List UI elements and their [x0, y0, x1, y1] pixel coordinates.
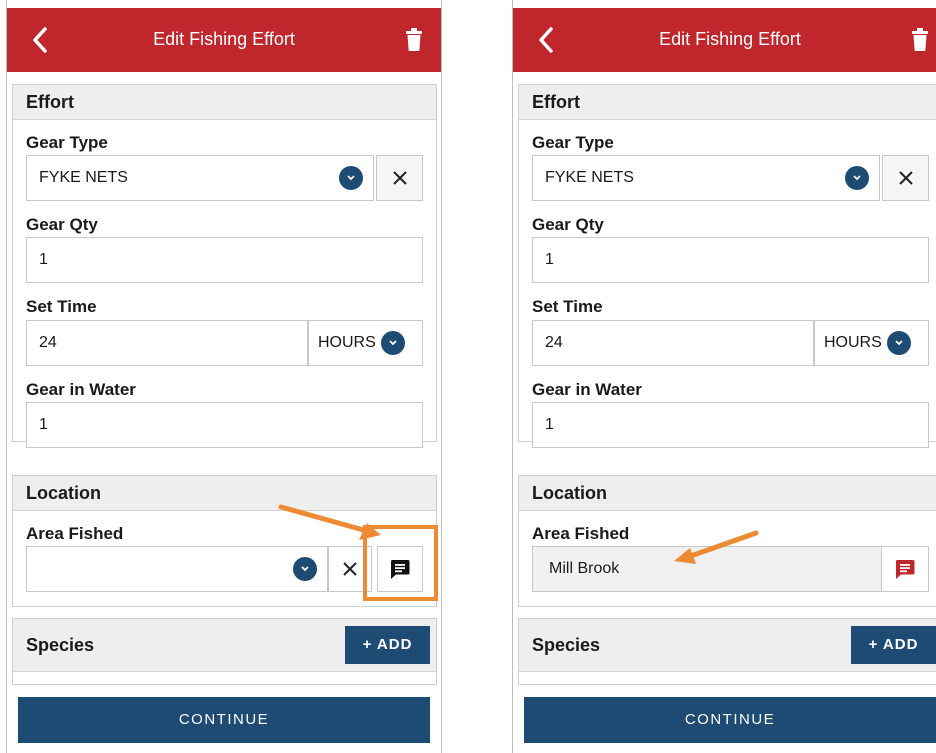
comment-icon [895, 560, 915, 579]
gear-qty-label: Gear Qty [26, 215, 98, 234]
clear-gear-type-button[interactable] [882, 155, 929, 201]
effort-heading: Effort [519, 85, 936, 120]
gear-type-select[interactable]: FYKE NETS [26, 155, 374, 201]
set-time-unit-value: HOURS [318, 334, 376, 351]
species-heading: Species + ADD [519, 619, 936, 672]
species-heading-text: Species [532, 635, 601, 655]
gear-in-water-input[interactable]: 1 [26, 402, 423, 448]
set-time-input[interactable]: 24 [532, 320, 814, 366]
set-time-label: Set Time [26, 297, 97, 316]
gear-qty-value: 1 [545, 251, 554, 268]
species-heading-text: Species [26, 635, 95, 655]
set-time-input[interactable]: 24 [26, 320, 308, 366]
set-time-unit-select[interactable]: HOURS [308, 320, 423, 366]
gear-in-water-input[interactable]: 1 [532, 402, 929, 448]
species-heading: Species + ADD [13, 619, 436, 672]
arrow-annotation-icon [278, 504, 381, 540]
gear-in-water-label: Gear in Water [532, 380, 642, 399]
area-fished-select[interactable] [26, 546, 328, 592]
chevron-down-icon[interactable] [845, 166, 869, 190]
app-header: Edit Fishing Effort [7, 8, 441, 72]
trash-icon[interactable] [911, 28, 929, 52]
chevron-down-icon[interactable] [293, 557, 317, 581]
effort-heading: Effort [13, 85, 436, 120]
gear-qty-value: 1 [39, 251, 48, 268]
add-species-button[interactable]: + ADD [851, 626, 936, 664]
gear-type-label: Gear Type [26, 133, 108, 152]
screen-before: Edit Fishing Effort Effort Gear Type FYK… [6, 0, 442, 753]
set-time-label: Set Time [532, 297, 603, 316]
set-time-unit-select[interactable]: HOURS [814, 320, 929, 366]
gear-in-water-label: Gear in Water [26, 380, 136, 399]
gear-type-select[interactable]: FYKE NETS [532, 155, 880, 201]
effort-section: Effort Gear Type FYKE NETS Gear Qty 1 Se… [12, 84, 437, 448]
screen-after: Edit Fishing Effort Effort Gear Type FYK… [512, 0, 936, 753]
continue-button[interactable]: CONTINUE [18, 697, 430, 743]
effort-section: Effort Gear Type FYKE NETS Gear Qty 1 Se… [518, 84, 936, 448]
set-time-value: 24 [545, 334, 563, 351]
app-header: Edit Fishing Effort [513, 8, 936, 72]
close-icon [392, 171, 407, 185]
close-icon [343, 562, 357, 576]
gear-qty-label: Gear Qty [532, 215, 604, 234]
gear-type-label: Gear Type [532, 133, 614, 152]
species-section: Species + ADD [518, 618, 936, 685]
close-icon [898, 171, 913, 185]
continue-button[interactable]: CONTINUE [524, 697, 936, 743]
clear-gear-type-button[interactable] [376, 155, 423, 201]
gear-type-value: FYKE NETS [39, 169, 128, 186]
page-title: Edit Fishing Effort [153, 29, 295, 49]
chevron-down-icon[interactable] [380, 331, 405, 355]
page-title: Edit Fishing Effort [659, 29, 801, 49]
area-fished-label: Area Fished [26, 524, 124, 543]
area-fished-label: Area Fished [532, 524, 630, 543]
species-section: Species + ADD [12, 618, 437, 685]
trash-icon[interactable] [405, 28, 423, 52]
gear-type-value: FYKE NETS [545, 169, 634, 186]
arrow-annotation-icon [674, 530, 759, 564]
chevron-down-icon[interactable] [339, 166, 363, 190]
set-time-value: 24 [39, 334, 57, 351]
gear-qty-input[interactable]: 1 [26, 237, 423, 283]
location-heading: Location [519, 476, 936, 511]
add-species-button[interactable]: + ADD [345, 626, 430, 664]
comment-button[interactable] [881, 546, 929, 592]
gear-in-water-value: 1 [39, 416, 48, 433]
gear-qty-input[interactable]: 1 [532, 237, 929, 283]
set-time-unit-value: HOURS [824, 334, 882, 351]
gear-in-water-value: 1 [545, 416, 554, 433]
chevron-down-icon[interactable] [886, 331, 911, 355]
